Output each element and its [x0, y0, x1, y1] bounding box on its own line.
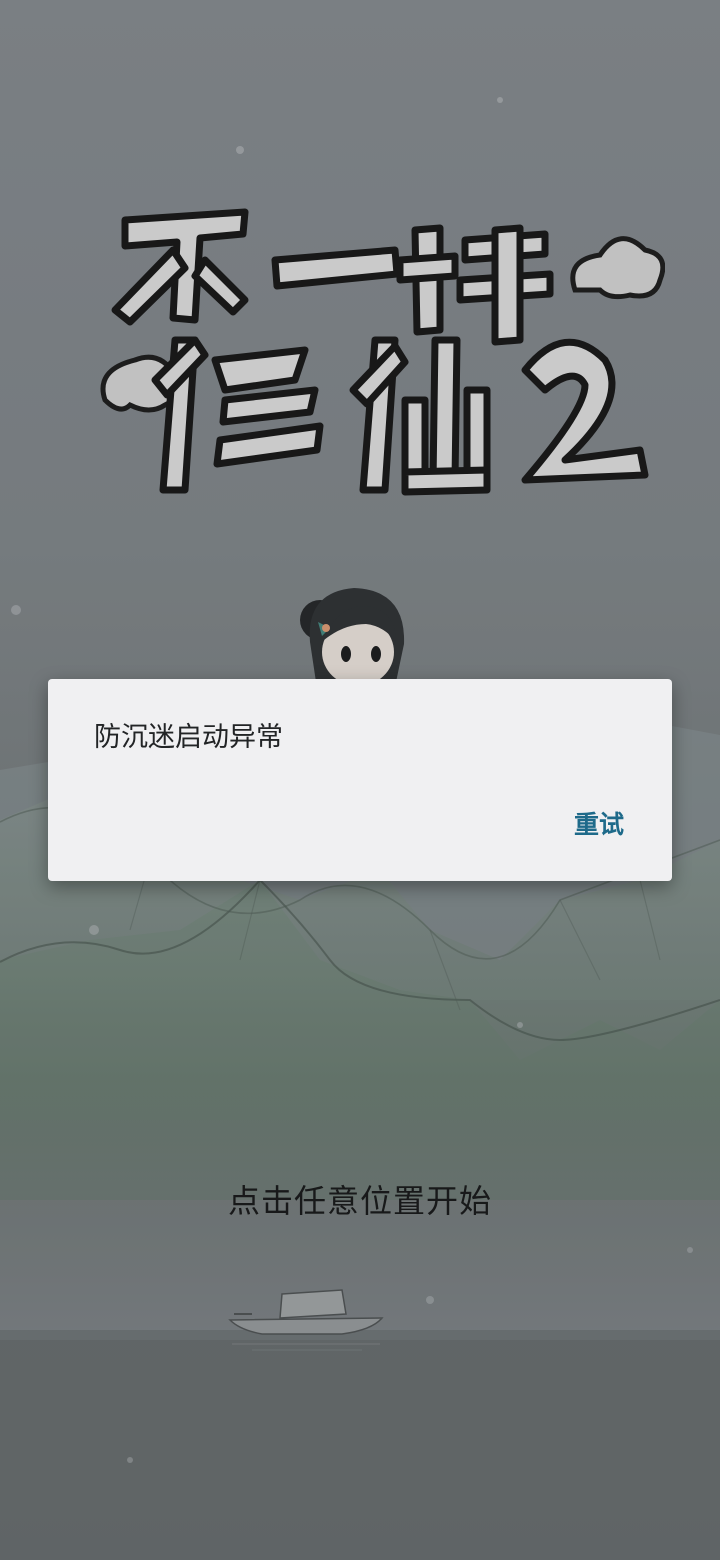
anti-addiction-error-dialog: 防沉迷启动异常 重试 [48, 679, 672, 881]
dialog-message: 防沉迷启动异常 [94, 722, 283, 753]
retry-button[interactable]: 重试 [574, 805, 624, 841]
game-start-screen[interactable]: 点击任意位置开始 防沉迷启动异常 重试 [0, 0, 720, 1560]
